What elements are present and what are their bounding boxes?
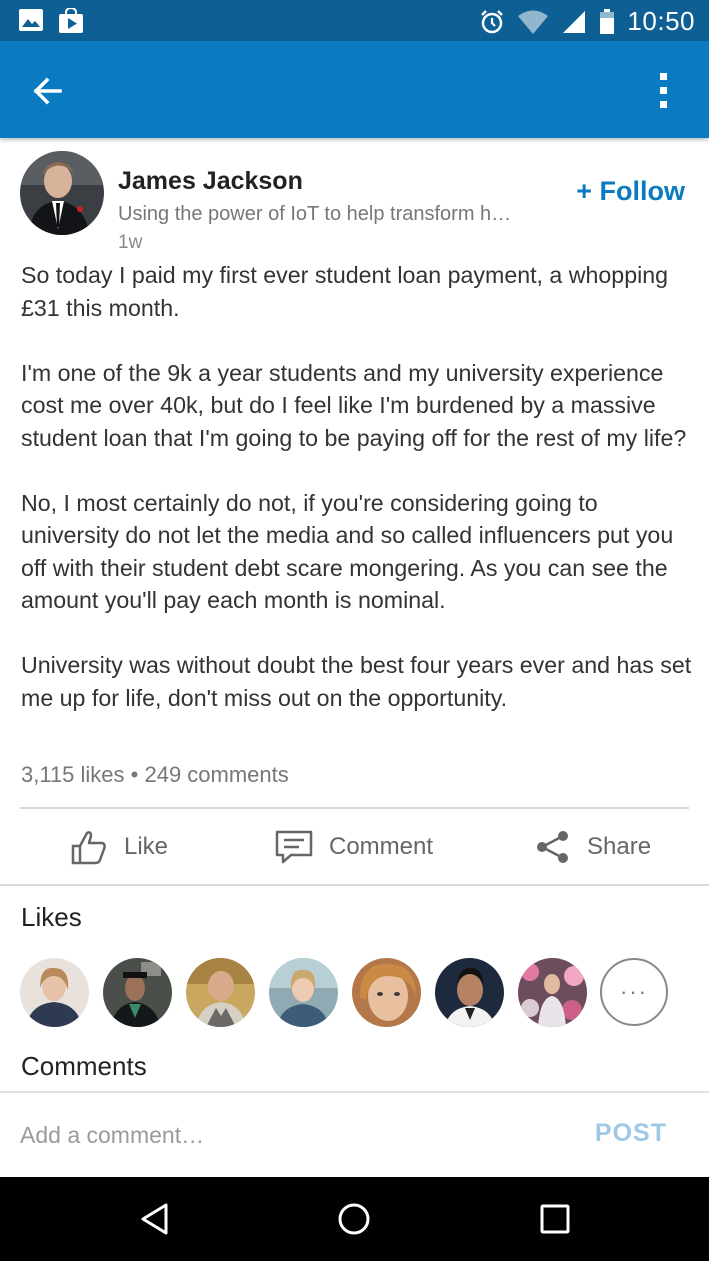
comment-input[interactable]: [20, 1115, 540, 1155]
liker-avatar[interactable]: [435, 958, 504, 1027]
liker-avatar[interactable]: [103, 958, 172, 1027]
more-likers-button[interactable]: ···: [600, 958, 668, 1026]
post-paragraph: No, I most certainly do not, if you're c…: [21, 489, 674, 614]
post-paragraph: I'm one of the 9k a year students and my…: [21, 359, 687, 451]
share-button[interactable]: Share: [535, 829, 651, 865]
liker-avatar[interactable]: [20, 958, 89, 1027]
system-nav-bar: [0, 1177, 709, 1261]
like-label: Like: [124, 833, 169, 860]
status-bar: 10:50: [0, 0, 709, 41]
more-vertical-icon: [660, 73, 667, 108]
comments-heading: Comments: [21, 1051, 147, 1081]
gallery-icon: [19, 9, 43, 31]
nav-back-icon: [141, 1203, 168, 1235]
comment-composer: POST: [0, 1093, 709, 1179]
nav-home-button[interactable]: [334, 1199, 374, 1239]
share-label: Share: [587, 833, 652, 860]
liker-avatar[interactable]: [269, 958, 338, 1027]
post-actions: Like Comment Share: [0, 809, 709, 884]
signal-icon: [563, 10, 586, 33]
battery-icon: [600, 8, 615, 34]
status-time: 10:50: [627, 6, 695, 36]
comment-button[interactable]: Comment: [275, 829, 433, 865]
follow-button[interactable]: + Follow: [576, 176, 685, 207]
back-button[interactable]: [26, 69, 70, 113]
wifi-icon: [518, 10, 549, 34]
liker-avatar[interactable]: [352, 958, 421, 1027]
like-button[interactable]: Like: [70, 829, 168, 865]
comment-label: Comment: [329, 833, 434, 860]
thumbs-up-icon: [71, 831, 106, 865]
alarm-icon: [481, 9, 504, 33]
post-paragraph: University was without doubt the best fo…: [21, 652, 692, 711]
post-stats[interactable]: 3,115 likes • 249 comments: [21, 762, 289, 788]
nav-home-icon: [338, 1203, 370, 1235]
liker-avatar[interactable]: [518, 958, 587, 1027]
post-comment-button[interactable]: POST: [595, 1119, 667, 1148]
author-avatar[interactable]: [20, 151, 104, 235]
play-store-icon: [59, 8, 83, 33]
nav-recents-button[interactable]: [535, 1199, 575, 1239]
author-name[interactable]: James Jackson: [118, 167, 303, 196]
share-icon: [537, 831, 568, 863]
nav-back-button[interactable]: [136, 1199, 176, 1239]
likes-heading: Likes: [21, 902, 82, 932]
post-timestamp: 1w: [118, 232, 143, 253]
post-header: James Jackson Using the power of IoT to …: [20, 150, 689, 253]
liker-avatar[interactable]: [186, 958, 255, 1027]
more-options-button[interactable]: [649, 69, 679, 113]
post-text: So today I paid my first ever student lo…: [21, 259, 693, 747]
post-paragraph: So today I paid my first ever student lo…: [21, 262, 669, 321]
author-headline: Using the power of IoT to help transform…: [118, 203, 512, 225]
divider: [0, 884, 709, 886]
nav-recents-icon: [540, 1204, 570, 1234]
back-arrow-icon: [33, 77, 62, 105]
comment-icon: [275, 830, 313, 864]
app-bar: [0, 41, 709, 138]
likers-row: ···: [20, 958, 690, 1028]
